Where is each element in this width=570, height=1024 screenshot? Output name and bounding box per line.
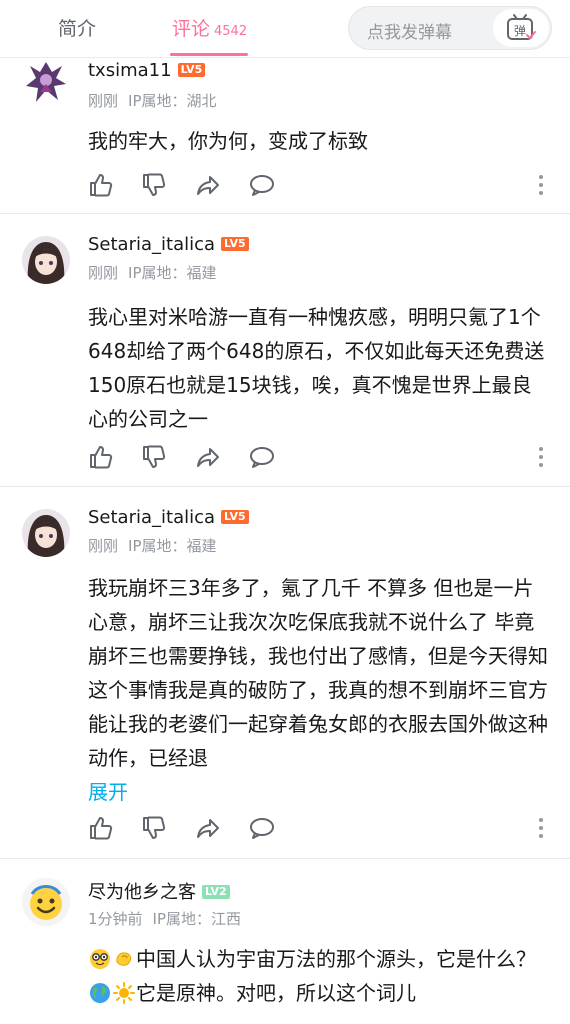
comment-bubble-icon	[250, 447, 274, 468]
comment-text[interactable]: 我心里对米哈游一直有一种愧疚感，明明只氪了1个648却给了两个648的原石，不仅…	[88, 300, 548, 436]
thumbs-down-icon	[143, 173, 166, 196]
like-button[interactable]	[88, 172, 114, 198]
thumbs-down-icon	[143, 445, 166, 468]
dislike-button[interactable]	[141, 815, 167, 841]
thumbs-down-icon	[143, 816, 166, 839]
comment-text-part1: 中国人认为宇宙万法的那个源头，它是什么？	[136, 947, 536, 971]
pinching-hand-emoji	[116, 952, 132, 966]
more-options-button[interactable]	[528, 172, 552, 198]
comment-time: 刚刚	[88, 92, 119, 110]
ip-location: IP属地：江西	[152, 910, 242, 928]
comment-meta: 刚刚 IP属地：福建	[88, 535, 217, 556]
thumbs-up-icon	[90, 817, 113, 840]
dislike-button[interactable]	[141, 444, 167, 470]
comment-meta: 刚刚 IP属地：湖北	[88, 90, 217, 111]
username-text: Setaria_italica	[88, 507, 216, 528]
comment-item: Setaria_italica LV5 刚刚 IP属地：福建 我心里对米哈游一直有一…	[0, 230, 570, 486]
share-icon	[197, 819, 219, 838]
reply-button[interactable]	[249, 172, 275, 198]
comment-time: 刚刚	[88, 264, 119, 282]
thumbs-up-icon	[90, 174, 113, 197]
reply-button[interactable]	[249, 815, 275, 841]
expand-link[interactable]: 展开	[88, 780, 128, 804]
dislike-button[interactable]	[141, 172, 167, 198]
comment-bubble-icon	[250, 175, 274, 196]
level-badge: LV2	[202, 884, 230, 899]
active-tab-indicator	[170, 53, 248, 56]
comment-meta: 刚刚 IP属地：福建	[88, 262, 217, 283]
divider	[0, 858, 570, 859]
like-button[interactable]	[88, 444, 114, 470]
comment-item: txsima11 LV5 刚刚 IP属地：湖北 我的牢大，你为何，变成了标致	[0, 58, 570, 214]
comment-actions	[88, 172, 553, 200]
globe-emoji	[90, 983, 110, 1003]
comment-meta: 1分钟前 IP属地：江西	[88, 908, 241, 929]
comment-actions	[88, 444, 553, 472]
username[interactable]: Setaria_italica LV5	[88, 234, 249, 255]
more-vertical-icon	[539, 175, 543, 195]
danmaku-icon: 弹	[507, 14, 536, 40]
share-button[interactable]	[195, 172, 221, 198]
avatar[interactable]	[22, 878, 70, 926]
share-icon	[197, 448, 219, 467]
comment-text-part2: 它是原神。对吧，所以这个词儿	[136, 981, 416, 1005]
sun-emoji	[113, 982, 135, 1004]
username[interactable]: 尽为他乡之客 LV2	[88, 878, 230, 904]
divider	[0, 486, 570, 487]
avatar[interactable]	[22, 58, 70, 106]
username[interactable]: txsima11 LV5	[88, 60, 206, 81]
like-button[interactable]	[88, 815, 114, 841]
thumbs-up-icon	[90, 446, 113, 469]
share-button[interactable]	[195, 444, 221, 470]
comment-count: 4542	[214, 24, 248, 39]
tab-intro[interactable]: 简介	[58, 14, 96, 41]
tab-comments[interactable]: 评论 4542	[172, 14, 247, 41]
comment-item: 尽为他乡之客 LV2 1分钟前 IP属地：江西 中国人认为宇宙万法的那个源头，它是什…	[0, 874, 570, 1024]
username-text: 尽为他乡之客	[88, 882, 196, 903]
username[interactable]: Setaria_italica LV5	[88, 507, 249, 528]
username-text: txsima11	[88, 60, 172, 81]
share-icon	[197, 176, 219, 195]
avatar[interactable]	[22, 509, 70, 557]
danmaku-placeholder: 点我发弹幕	[367, 23, 452, 43]
nerd-face-emoji	[90, 949, 110, 969]
comment-actions	[88, 815, 553, 843]
reply-button[interactable]	[249, 444, 275, 470]
danmaku-input[interactable]: 点我发弹幕 弹	[348, 6, 552, 50]
ip-location: IP属地：福建	[128, 537, 217, 555]
divider	[0, 213, 570, 214]
comment-text[interactable]: 我玩崩坏三3年多了，氪了几千 不算多 但也是一片心意，崩坏三让我次次吃保底我就不…	[88, 571, 548, 809]
comment-item: Setaria_italica LV5 刚刚 IP属地：福建 我玩崩坏三3年多了，氪…	[0, 503, 570, 855]
tab-comments-label: 评论	[172, 18, 211, 40]
comment-bubble-icon	[250, 818, 274, 839]
username-text: Setaria_italica	[88, 234, 216, 255]
comment-time: 刚刚	[88, 537, 119, 555]
share-button[interactable]	[195, 815, 221, 841]
comment-time: 1分钟前	[88, 910, 143, 928]
ip-location: IP属地：湖北	[128, 92, 217, 110]
more-options-button[interactable]	[528, 444, 552, 470]
more-vertical-icon	[539, 818, 543, 838]
tab-bar: 简介 评论 4542 点我发弹幕 弹	[0, 0, 570, 58]
danmaku-toggle-button[interactable]: 弹	[493, 9, 549, 47]
comment-text-content: 我玩崩坏三3年多了，氪了几千 不算多 但也是一片心意，崩坏三让我次次吃保底我就不…	[88, 576, 548, 770]
svg-text:弹: 弹	[514, 24, 526, 38]
ip-location: IP属地：福建	[128, 264, 217, 282]
avatar[interactable]	[22, 236, 70, 284]
level-badge: LV5	[221, 509, 249, 524]
comment-text[interactable]: 中国人认为宇宙万法的那个源头，它是什么？ 它是原神。对吧，所以这个词儿	[88, 942, 548, 1010]
more-vertical-icon	[539, 447, 543, 467]
comment-text[interactable]: 我的牢大，你为何，变成了标致	[88, 124, 548, 158]
level-badge: LV5	[177, 62, 206, 77]
level-badge: LV5	[221, 236, 249, 251]
more-options-button[interactable]	[528, 815, 552, 841]
